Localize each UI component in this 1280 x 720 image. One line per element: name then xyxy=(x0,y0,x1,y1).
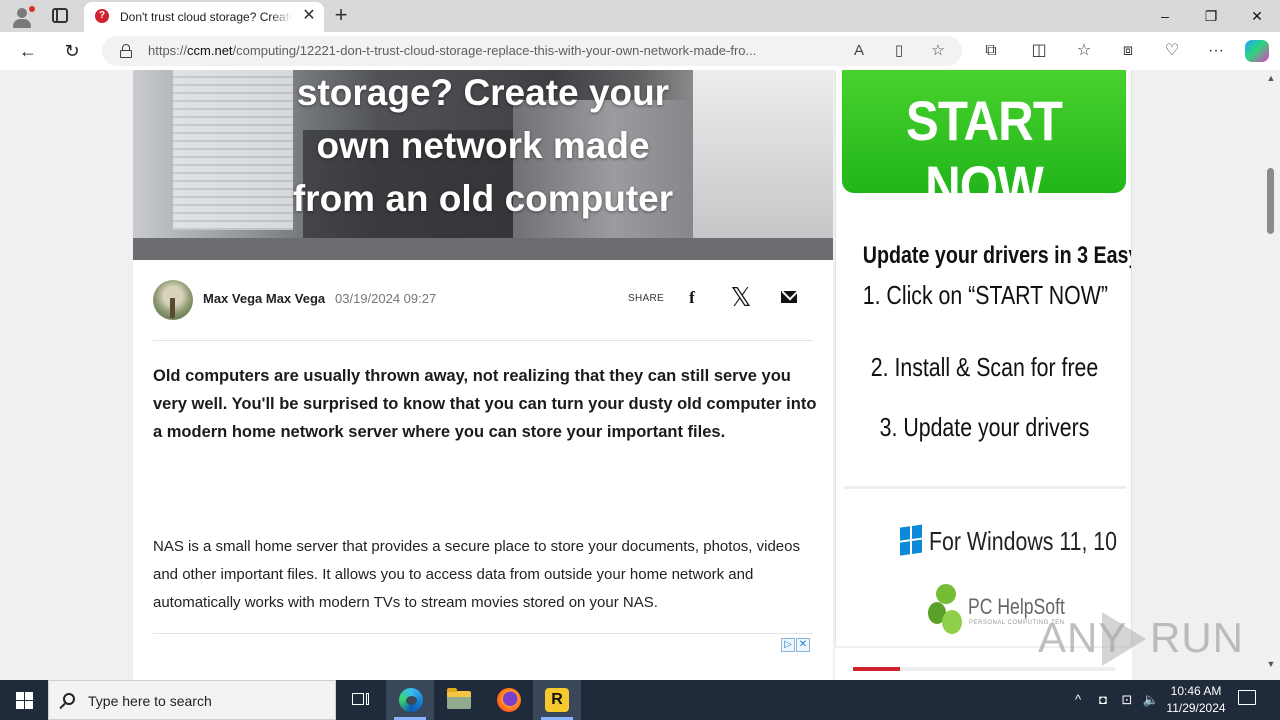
ad-platform: For Windows 11, 10 xyxy=(929,526,1118,556)
author-avatar[interactable] xyxy=(153,280,193,320)
notification-center-icon[interactable] xyxy=(1238,690,1256,705)
publish-date: 03/19/2024 09:27 xyxy=(335,291,437,306)
adchoices-icon[interactable]: ▷ ✕ xyxy=(781,634,811,652)
url-text[interactable]: https://ccm.net/computing/12221-don-t-tr… xyxy=(148,43,828,58)
page-scrollbar[interactable]: ▲ ▼ xyxy=(1262,70,1280,680)
collections-icon[interactable]: ⧈ xyxy=(1116,40,1140,62)
new-tab-button[interactable]: + xyxy=(330,4,352,26)
show-hidden-icons-chevron-icon[interactable]: ^ xyxy=(1070,690,1086,710)
volume-icon[interactable]: 🔈 xyxy=(1142,690,1160,710)
profile-icon[interactable] xyxy=(10,5,35,29)
ad-divider xyxy=(844,486,1126,489)
page-viewport: storage? Create your own network made fr… xyxy=(0,70,1280,680)
anyrun-watermark: ANY RUN xyxy=(1038,610,1243,670)
ad-step-3: 3. Update your drivers xyxy=(879,412,1090,442)
favorite-star-icon[interactable]: ☆ xyxy=(927,41,949,61)
x-twitter-icon[interactable]: 𝕏 xyxy=(729,285,753,311)
clock-date: 11/29/2024 xyxy=(1166,701,1226,715)
minimize-button[interactable]: – xyxy=(1142,0,1188,32)
network-icon[interactable]: ⊡ xyxy=(1118,690,1136,710)
read-aloud-icon[interactable]: A xyxy=(848,41,870,61)
taskbar-search[interactable]: Type here to search xyxy=(48,680,336,720)
tab-strip: ? Don't trust cloud storage? Create your… xyxy=(0,0,1280,32)
tab-actions-icon[interactable] xyxy=(52,8,68,23)
extensions-icon[interactable]: ⧉ xyxy=(979,40,1003,62)
share-label: SHARE xyxy=(628,293,664,304)
refresh-icon[interactable]: ↻ xyxy=(59,39,85,63)
facebook-icon[interactable]: f xyxy=(680,286,704,310)
browser-toolbar: ← ↻ https://ccm.net/computing/12221-don-… xyxy=(0,32,1280,70)
ccm-favicon-icon: ? xyxy=(95,9,109,23)
sidebar-ad[interactable]: START NOW Update your drivers in 3 Easy … xyxy=(835,70,1132,646)
ad-headline: Update your drivers in 3 Easy Steps: xyxy=(862,242,1131,269)
divider xyxy=(153,633,813,634)
edge-taskbar-icon[interactable] xyxy=(386,680,434,720)
author-name[interactable]: Max Vega Max Vega xyxy=(203,291,325,306)
firefox-icon[interactable] xyxy=(484,680,532,720)
split-screen-icon[interactable]: ◫ xyxy=(1027,40,1051,62)
article-lead: Old computers are usually thrown away, n… xyxy=(153,367,817,441)
favorites-icon[interactable]: ☆ xyxy=(1072,40,1096,62)
tab-title: Don't trust cloud storage? Create your o… xyxy=(120,10,292,24)
start-now-button[interactable]: START NOW xyxy=(842,70,1126,217)
rockstar-launcher-icon[interactable]: R xyxy=(533,680,581,720)
browser-essentials-icon[interactable]: ♡ xyxy=(1160,40,1184,62)
file-explorer-icon[interactable] xyxy=(435,680,483,720)
clock-time: 10:46 AM xyxy=(1170,684,1222,698)
divider xyxy=(153,340,813,341)
pc-helpsoft-logo-icon xyxy=(928,584,964,640)
search-placeholder: Type here to search xyxy=(88,693,212,709)
immersive-reader-icon[interactable]: ▯ xyxy=(888,41,910,61)
scroll-thumb[interactable] xyxy=(1267,168,1274,234)
address-bar[interactable]: https://ccm.net/computing/12221-don-t-tr… xyxy=(102,36,962,66)
more-menu-icon[interactable]: ··· xyxy=(1204,40,1228,62)
taskbar: Type here to search R ^ ◘ ⊡ 🔈 10:46 AM 1… xyxy=(0,680,1280,720)
play-icon xyxy=(1102,612,1146,666)
scroll-down-icon[interactable]: ▼ xyxy=(1266,660,1276,669)
browser-tab[interactable]: ? Don't trust cloud storage? Create your… xyxy=(84,2,324,32)
maximize-button[interactable]: ❐ xyxy=(1188,0,1234,32)
lock-icon[interactable] xyxy=(120,44,132,58)
back-arrow-icon[interactable]: ← xyxy=(15,39,41,63)
search-icon xyxy=(63,693,75,705)
system-clock[interactable]: 10:46 AM 11/29/2024 xyxy=(1160,683,1232,717)
article-paragraph: NAS is a small home server that provides… xyxy=(153,538,800,611)
article-card: Max Vega Max Vega 03/19/2024 09:27 SHARE… xyxy=(133,260,833,680)
article-title: storage? Create your own network made fr… xyxy=(292,72,674,219)
task-view-icon[interactable] xyxy=(336,680,384,720)
scroll-up-icon[interactable]: ▲ xyxy=(1266,74,1276,83)
ad-step-2: 2. Install & Scan for free xyxy=(870,352,1099,382)
ad-step-1: 1. Click on “START NOW” xyxy=(862,280,1108,310)
copilot-icon[interactable] xyxy=(1245,40,1269,62)
close-window-button[interactable]: ✕ xyxy=(1234,0,1280,32)
tab-close-icon[interactable]: ✕ xyxy=(300,7,318,25)
email-icon[interactable] xyxy=(781,291,797,303)
windows-logo-icon xyxy=(900,524,924,557)
security-tray-icon[interactable]: ◘ xyxy=(1094,690,1112,710)
windows-start-icon[interactable] xyxy=(0,680,48,720)
